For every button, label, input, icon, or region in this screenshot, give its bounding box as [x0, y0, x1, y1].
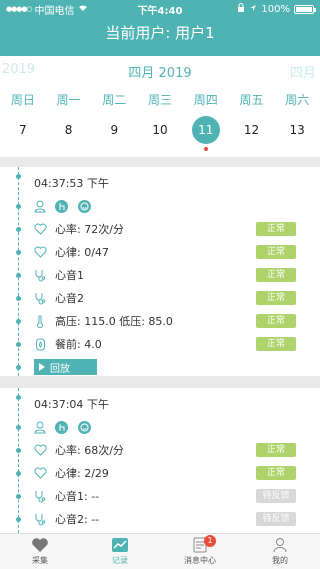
battery-icon	[294, 4, 316, 14]
blood-pressure-row[interactable]: 高压: 115.0 低压: 85.0 正常	[0, 309, 320, 333]
heart-icon	[33, 245, 47, 259]
weekday: 周二	[102, 92, 127, 107]
status-time: 下午4:40	[137, 5, 183, 17]
heart-sound-2-text: 心音2: --	[55, 513, 100, 526]
chart-icon	[111, 537, 129, 555]
user-icon	[33, 420, 47, 434]
date-cell-selected[interactable]: 11	[183, 116, 229, 151]
status-badge: 正常	[256, 268, 296, 282]
record-header: 04:37:04 下午	[0, 392, 320, 416]
record-header: 04:37:53 下午	[0, 171, 320, 195]
weekday: 周六	[285, 92, 310, 107]
status-badge: 正常	[256, 337, 296, 351]
blood-sugar-text: 餐前: 4.0	[55, 338, 102, 351]
page-title: 当前用户: 用户1	[105, 24, 215, 42]
stethoscope-icon	[33, 291, 47, 305]
status-badge: 正常	[256, 222, 296, 236]
date-cell[interactable]: 9	[91, 123, 137, 137]
weekday: 周日	[10, 92, 35, 107]
record-card: 04:37:53 下午 心率: 72次/分 正常 心律: 0/47 正常 心音1…	[0, 167, 320, 376]
drop-icon	[33, 337, 47, 351]
heart-rate-row[interactable]: 心率: 68次/分 正常	[0, 438, 320, 462]
tab-collect[interactable]: 采集	[0, 534, 80, 569]
user-icon	[272, 537, 288, 555]
status-badge: 正常	[256, 245, 296, 259]
heart-sound-1-text: 心音1: --	[55, 490, 100, 503]
status-badge: 正常	[256, 291, 296, 305]
record-card: 04:37:04 下午 心率: 68次/分 正常 心律: 2/29 正常 心音1…	[0, 388, 320, 533]
stethoscope-icon	[33, 512, 47, 526]
tab-records[interactable]: 记录	[80, 534, 160, 569]
blood-sugar-row[interactable]: 餐前: 4.0 正常	[0, 332, 320, 356]
status-badge: 正常	[256, 314, 296, 328]
heart-sound-2-row[interactable]: 心音2 正常	[0, 286, 320, 310]
heart-icon	[33, 443, 47, 457]
status-badge: 待反馈	[256, 489, 296, 503]
tab-bar: 采集 记录 1 消息中心 我的	[0, 533, 320, 569]
blood-pressure-text: 高压: 115.0 低压: 85.0	[55, 315, 173, 328]
thermometer-icon	[33, 314, 47, 328]
heart-sound-2-text: 心音2	[55, 292, 84, 305]
heart-icon	[33, 222, 47, 236]
tab-profile[interactable]: 我的	[240, 534, 320, 569]
date-cell[interactable]: 7	[0, 123, 46, 137]
status-badge: 正常	[256, 466, 296, 480]
stethoscope-icon	[33, 489, 47, 503]
heart-sound-1-row[interactable]: 心音1 正常	[0, 263, 320, 287]
section-divider	[0, 376, 320, 388]
play-icon	[39, 363, 45, 371]
weekday: 周一	[56, 92, 81, 107]
user-icon	[33, 199, 47, 213]
current-month: 四月 2019	[128, 66, 192, 81]
date-cell[interactable]: 8	[46, 123, 92, 137]
weekday: 周五	[239, 92, 264, 107]
heart-icon	[33, 466, 47, 480]
tab-messages[interactable]: 1 消息中心	[160, 534, 240, 569]
calendar: 2019 四月 2019 四月 周日 周一 周二 周三 周四 周五 周六 7 8…	[0, 56, 320, 157]
weekday-row: 周日 周一 周二 周三 周四 周五 周六	[0, 84, 320, 114]
weekday: 周三	[148, 92, 173, 107]
heart-rate-text: 心率: 68次/分	[55, 444, 124, 457]
playback-button[interactable]: 回放	[34, 359, 97, 375]
record-time: 04:37:53 下午	[34, 177, 109, 190]
record-icons	[0, 415, 320, 439]
record-time: 04:37:04 下午	[34, 398, 109, 411]
heart-rhythm-row[interactable]: 心律: 0/47 正常	[0, 240, 320, 264]
date-cell[interactable]: 12	[229, 123, 275, 137]
heart-rhythm-row[interactable]: 心律: 2/29 正常	[0, 461, 320, 485]
stethoscope-icon	[33, 268, 47, 282]
date-cell[interactable]: 10	[137, 123, 183, 137]
date-row: 7 8 9 10 11 12 13	[0, 114, 320, 151]
weekday: 周四	[193, 92, 218, 107]
status-badge: 待反馈	[256, 512, 296, 526]
record-icons	[0, 194, 320, 218]
next-month[interactable]: 四月	[290, 62, 316, 81]
heart-rate-row[interactable]: 心率: 72次/分 正常	[0, 217, 320, 241]
heart-rate-text: 心率: 72次/分	[55, 223, 124, 236]
heart-rhythm-text: 心律: 2/29	[55, 467, 109, 480]
walk-icon	[55, 420, 68, 434]
date-cell[interactable]: 13	[274, 123, 320, 137]
heart-icon	[31, 537, 49, 555]
smile-icon	[78, 420, 91, 434]
unread-badge: 1	[204, 535, 216, 547]
heart-rhythm-text: 心律: 0/47	[55, 246, 109, 259]
smile-icon	[78, 199, 91, 213]
status-badge: 正常	[256, 443, 296, 457]
heart-sound-1-row[interactable]: 心音1: -- 待反馈	[0, 484, 320, 508]
heart-sound-1-text: 心音1	[55, 269, 84, 282]
status-bar: ●●●●○ 中国电信 下午4:40 100%	[0, 0, 320, 18]
section-divider	[0, 157, 320, 167]
heart-sound-2-row[interactable]: 心音2: -- 待反馈	[0, 507, 320, 531]
walk-icon	[55, 199, 68, 213]
